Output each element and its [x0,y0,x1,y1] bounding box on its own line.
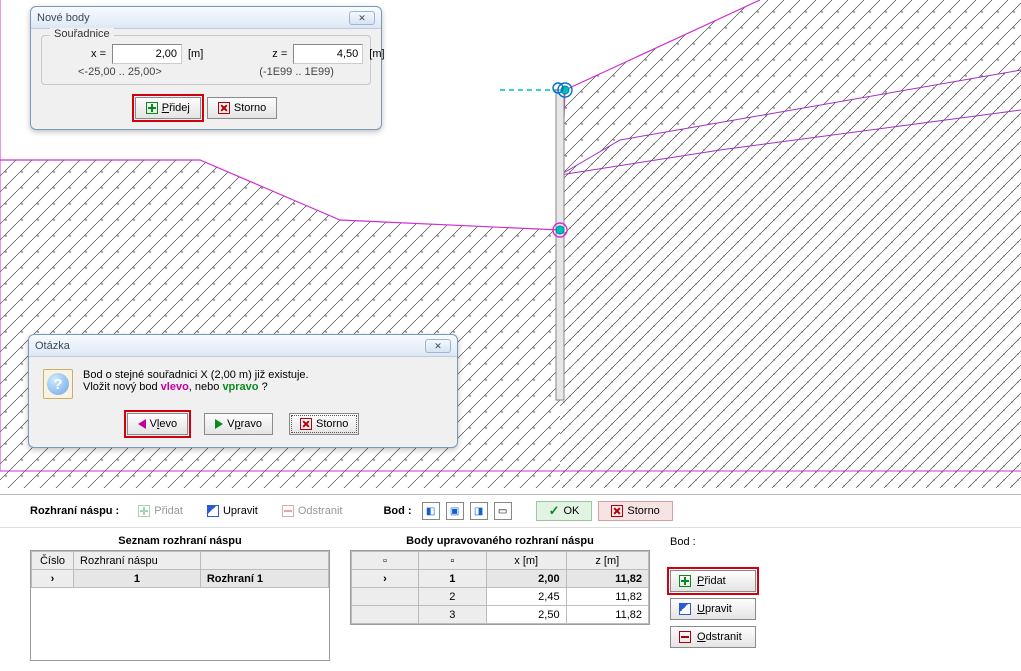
triangle-left-icon [138,419,146,429]
col-x: x [m] [486,552,566,570]
table-row[interactable]: › 1 Rozhraní 1 [32,570,329,588]
right-table-title: Body upravovaného rozhraní náspu [350,532,650,550]
unit-label: [m] [369,48,384,60]
bod-btn-4[interactable]: ▭ [494,502,512,520]
toolbar: Rozhraní náspu : Přidat Upravit Odstrani… [0,495,1021,528]
left-table-title: Seznam rozhraní náspu [30,532,330,550]
side-edit-button[interactable]: Upravit [670,598,756,620]
z-label: z = [233,48,287,60]
cancel-button[interactable]: Storno [289,413,359,435]
dialog-title-text: Otázka [35,340,70,352]
dialog-titlebar[interactable]: Otázka ✕ [29,335,457,357]
dialog-new-points: Nové body ✕ Souřadnice x = [m] <-25,00 .… [30,6,382,130]
toolbar-edit[interactable]: Upravit [198,501,267,521]
table-row[interactable]: 3 2,5011,82 [352,606,649,624]
toolbar-add: Přidat [129,501,192,521]
right-button[interactable]: Vpravo [204,413,273,435]
x-range-hint: <-25,00 .. 25,00> [78,66,203,78]
table-row[interactable]: ›1 2,0011,82 [352,570,649,588]
minus-icon [679,631,691,643]
side-add-button[interactable]: Přidat [670,570,756,592]
right-table[interactable]: ▫ ▫ x [m] z [m] ›1 2,0011,82 2 2,4511,82 [350,550,650,625]
z-range-hint: (-1E99 .. 1E99) [259,66,384,78]
col-name: Rozhraní náspu [74,552,201,570]
corner-btn-1[interactable]: ▫ [352,552,419,570]
ok-button[interactable]: ✓OK [536,501,593,521]
bottom-panel: Rozhraní náspu : Přidat Upravit Odstrani… [0,494,1021,671]
z-input[interactable] [293,44,363,64]
plus-icon [679,575,691,587]
question-text: Bod o stejné souřadnici X (2,00 m) již e… [83,369,309,399]
left-button[interactable]: Vlevo [127,413,189,435]
side-remove-button[interactable]: Odstranit [670,626,756,648]
bod-btn-3[interactable]: ◨ [470,502,488,520]
edit-icon [679,603,691,615]
x-icon [300,418,312,430]
table-row[interactable]: 2 2,4511,82 [352,588,649,606]
triangle-right-icon [215,419,223,429]
cancel-button[interactable]: Storno [207,97,277,119]
col-number: Číslo [32,552,74,570]
unit-label: [m] [188,48,203,60]
dialog-question: Otázka ✕ ? Bod o stejné souřadnici X (2,… [28,334,458,448]
edit-icon [207,505,219,517]
toolbar-title: Rozhraní náspu : [30,505,119,517]
close-icon[interactable]: ✕ [425,339,451,353]
col-z: z [m] [566,552,648,570]
side-label: Bod : [670,536,756,548]
fieldset-legend: Souřadnice [50,28,114,40]
check-icon: ✓ [549,506,560,516]
drawing-canvas[interactable]: Nové body ✕ Souřadnice x = [m] <-25,00 .… [0,0,1021,488]
close-icon[interactable]: ✕ [349,11,375,25]
minus-icon [282,505,294,517]
bod-label: Bod : [383,505,411,517]
dialog-titlebar[interactable]: Nové body ✕ [31,7,381,29]
x-label: x = [52,48,106,60]
corner-btn-2[interactable]: ▫ [418,552,486,570]
x-icon [611,505,623,517]
cancel-button[interactable]: Storno [598,501,672,521]
dialog-title-text: Nové body [37,12,90,24]
add-button[interactable]: Přidej [135,97,201,119]
x-icon [218,102,230,114]
toolbar-remove: Odstranit [273,501,352,521]
question-icon: ? [43,369,73,399]
x-input[interactable] [112,44,182,64]
plus-icon [146,102,158,114]
bod-btn-2[interactable]: ▣ [446,502,464,520]
bod-btn-1[interactable]: ◧ [422,502,440,520]
plus-icon [138,505,150,517]
left-table[interactable]: ČísloRozhraní náspu › 1 Rozhraní 1 [30,550,330,661]
